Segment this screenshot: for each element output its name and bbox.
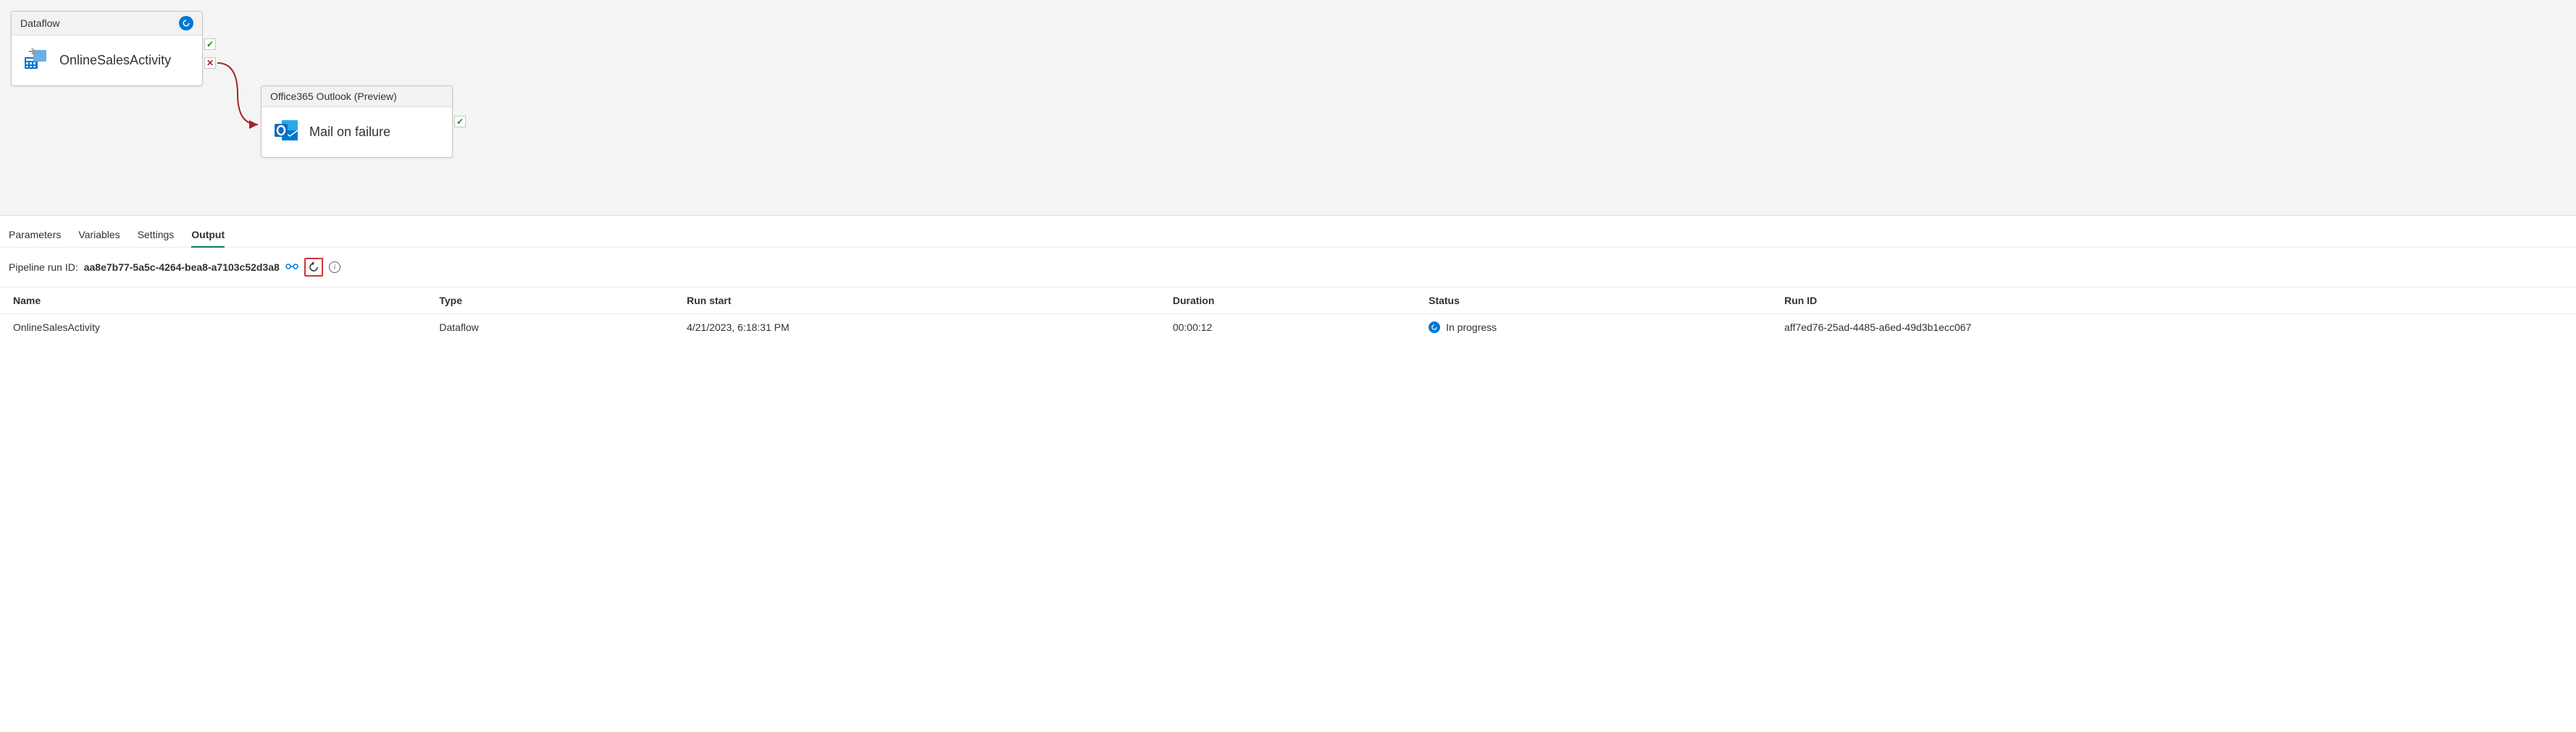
col-name[interactable]: Name xyxy=(0,287,426,314)
run-id-value: aa8e7b77-5a5c-4264-bea8-a7103c52d3a8 xyxy=(84,261,280,273)
cell-status: In progress xyxy=(1415,314,1771,341)
tab-output[interactable]: Output xyxy=(191,223,225,248)
cell-type: Dataflow xyxy=(426,314,674,341)
activity-dataflow[interactable]: Dataflow OnlineSale xyxy=(11,11,203,86)
activity-outlook-header: Office365 Outlook (Preview) xyxy=(262,86,452,107)
port-on-success[interactable]: ✓ xyxy=(204,38,216,50)
activity-dataflow-type: Dataflow xyxy=(20,17,59,29)
output-table: Name Type Run start Duration Status Run … xyxy=(0,287,2576,340)
cell-name: OnlineSalesActivity xyxy=(0,314,426,341)
connector-failure xyxy=(216,58,263,130)
col-run-start[interactable]: Run start xyxy=(674,287,1160,314)
run-id-label: Pipeline run ID: xyxy=(9,261,78,273)
col-type[interactable]: Type xyxy=(426,287,674,314)
activity-outlook[interactable]: Office365 Outlook (Preview) Mail on fail… xyxy=(261,85,453,158)
port-on-failure[interactable]: ✕ xyxy=(204,57,216,69)
col-status[interactable]: Status xyxy=(1415,287,1771,314)
glasses-icon[interactable] xyxy=(285,261,298,273)
table-header-row: Name Type Run start Duration Status Run … xyxy=(0,287,2576,314)
activity-outlook-body: Mail on failure xyxy=(262,107,452,157)
col-run-id[interactable]: Run ID xyxy=(1771,287,2576,314)
tab-parameters[interactable]: Parameters xyxy=(9,223,61,247)
activity-dataflow-name: OnlineSalesActivity xyxy=(59,53,171,68)
activity-dataflow-header: Dataflow xyxy=(12,12,202,35)
output-tabs: Parameters Variables Settings Output xyxy=(0,216,2576,248)
activity-outlook-type: Office365 Outlook (Preview) xyxy=(270,91,397,102)
outlook-icon xyxy=(273,117,299,147)
refresh-button[interactable] xyxy=(304,258,323,277)
port-outlook-success[interactable]: ✓ xyxy=(454,116,466,127)
cell-duration: 00:00:12 xyxy=(1160,314,1415,341)
cell-run-id: aff7ed76-25ad-4485-a6ed-49d3b1ecc067 xyxy=(1771,314,2576,341)
cell-run-start: 4/21/2023, 6:18:31 PM xyxy=(674,314,1160,341)
pipeline-canvas[interactable]: Dataflow OnlineSale xyxy=(0,0,2576,216)
status-text: In progress xyxy=(1446,321,1497,333)
dataflow-icon xyxy=(23,46,49,75)
info-icon[interactable]: i xyxy=(329,261,340,273)
tab-settings[interactable]: Settings xyxy=(138,223,175,247)
in-progress-icon xyxy=(179,16,193,30)
status-in-progress-icon xyxy=(1429,321,1440,333)
table-row[interactable]: OnlineSalesActivity Dataflow 4/21/2023, … xyxy=(0,314,2576,341)
run-id-row: Pipeline run ID: aa8e7b77-5a5c-4264-bea8… xyxy=(0,248,2576,287)
activity-dataflow-body: OnlineSalesActivity xyxy=(12,35,202,85)
col-duration[interactable]: Duration xyxy=(1160,287,1415,314)
tab-variables[interactable]: Variables xyxy=(78,223,120,247)
activity-outlook-name: Mail on failure xyxy=(309,125,390,140)
